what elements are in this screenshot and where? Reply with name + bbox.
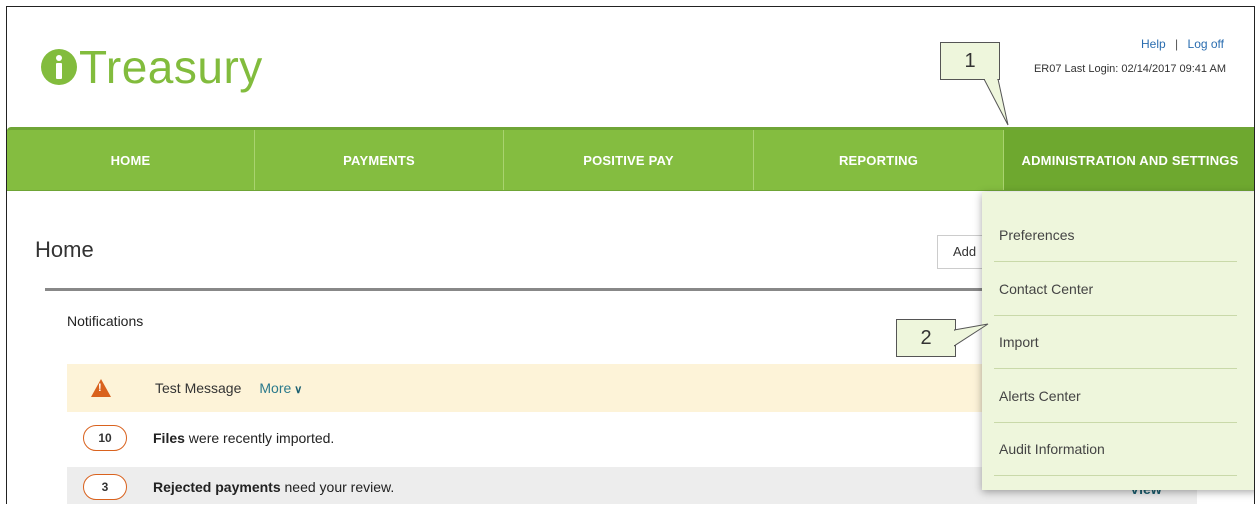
more-link-label: More (259, 380, 292, 396)
main-nav: HOME PAYMENTS POSITIVE PAY REPORTING ADM… (7, 127, 1254, 191)
alert-message-row: Test Message More∨ (67, 364, 1002, 412)
nav-reporting[interactable]: REPORTING (754, 130, 1004, 190)
brand-name: Treasury (79, 41, 263, 93)
callout-one-tail (983, 79, 1009, 126)
callout-one-label: 1 (964, 49, 976, 72)
rejected-label: Rejected payments (153, 479, 281, 495)
logoff-link[interactable]: Log off (1188, 37, 1224, 51)
app-frame: Treasury Help | Log off We ER07 Last Log… (6, 6, 1255, 504)
help-link[interactable]: Help (1141, 37, 1166, 51)
welcome-text: We ER07 Last Login: 02/14/2017 09:41 AM (974, 63, 1226, 75)
alert-message-text: Test Message (155, 380, 242, 396)
notifications-heading: Notifications (67, 313, 144, 329)
menu-item-preferences[interactable]: Preferences (994, 209, 1237, 262)
nav-positive-pay[interactable]: POSITIVE PAY (504, 130, 754, 190)
menu-item-alerts-center[interactable]: Alerts Center (994, 370, 1237, 423)
warning-icon (91, 379, 111, 397)
page-title: Home (35, 237, 94, 262)
menu-item-contact-center[interactable]: Contact Center (994, 263, 1237, 316)
files-label: Files (153, 430, 185, 446)
nav-administration-and-settings[interactable]: ADMINISTRATION AND SETTINGS (1004, 130, 1254, 190)
rejected-description: need your review. (280, 479, 395, 495)
menu-item-audit-information[interactable]: Audit Information (994, 423, 1237, 476)
administration-dropdown-menu: Preferences Contact Center Import Alerts… (982, 192, 1254, 490)
menu-item-import[interactable]: Import (994, 316, 1237, 369)
last-login-text: ER07 Last Login: 02/14/2017 09:41 AM (1033, 63, 1226, 75)
callout-one: 1 (940, 42, 1000, 80)
link-separator: | (1175, 37, 1179, 51)
callout-two-tail (954, 323, 989, 347)
files-notification-text: Files were recently imported. (153, 430, 334, 446)
files-count-badge: 10 (83, 425, 127, 451)
nav-home[interactable]: HOME (7, 130, 255, 190)
info-logo-icon (41, 49, 77, 85)
top-links: Help | Log off (1141, 37, 1224, 51)
nav-payments[interactable]: PAYMENTS (255, 130, 504, 190)
callout-two-label: 2 (920, 326, 932, 349)
rejected-count-badge: 3 (83, 474, 127, 500)
files-description: were recently imported. (184, 430, 335, 446)
callout-two: 2 (896, 319, 956, 357)
chevron-down-icon: ∨ (294, 384, 303, 396)
treasury-logo[interactable]: Treasury (41, 44, 263, 90)
rejected-notification-text: Rejected payments need your review. (153, 479, 394, 495)
more-link[interactable]: More ∨ (259, 380, 302, 396)
